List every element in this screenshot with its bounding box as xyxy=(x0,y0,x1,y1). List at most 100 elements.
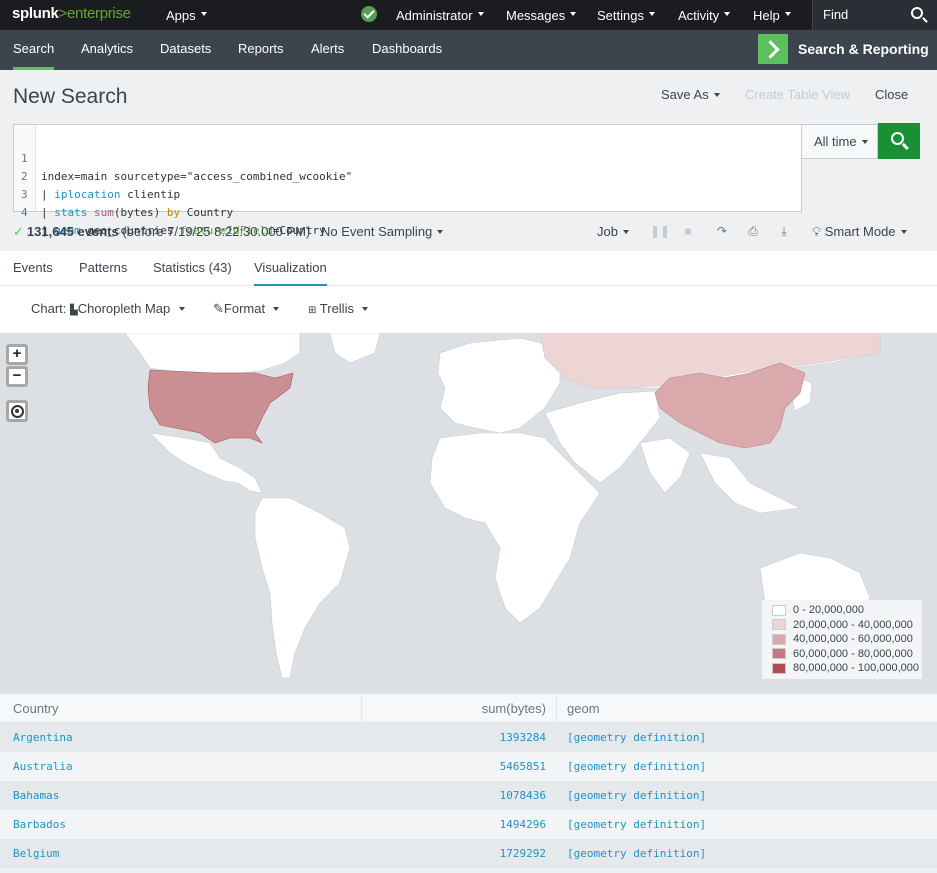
map-icon: ▙ xyxy=(70,305,78,316)
legend-label: 20,000,000 - 40,000,000 xyxy=(793,618,913,631)
grid-icon: ⊞ xyxy=(308,305,317,316)
job-menu[interactable]: Job xyxy=(597,224,629,239)
chevron-down-icon xyxy=(570,12,577,16)
event-count: 131,645 events xyxy=(26,224,119,239)
event-sampling-dropdown[interactable]: No Event Sampling xyxy=(321,224,444,239)
bulb-icon: 💡︎ xyxy=(812,224,822,239)
print-icon[interactable]: ⎙ xyxy=(746,224,760,238)
event-sampling-label: No Event Sampling xyxy=(321,224,433,239)
geom-cell[interactable]: [geometry definition] xyxy=(567,847,706,860)
splunk-logo[interactable]: splunk>enterprise xyxy=(12,5,131,22)
chevron-down-icon xyxy=(622,229,629,234)
settings-menu-label: Settings xyxy=(597,7,644,23)
country-cell[interactable]: Belgium xyxy=(13,847,59,860)
administrator-menu[interactable]: Administrator xyxy=(396,0,484,30)
settings-menu[interactable]: Settings xyxy=(597,0,655,30)
legend-swatch xyxy=(772,604,786,616)
southeast-asia-shape xyxy=(699,452,802,514)
close-button[interactable]: Close xyxy=(875,87,908,102)
legend-item: 0 - 20,000,000 xyxy=(762,603,922,618)
chevron-down-icon xyxy=(477,12,484,16)
bytes-cell[interactable]: 5465851 xyxy=(500,760,546,773)
bytes-cell[interactable]: 1729292 xyxy=(500,847,546,860)
activity-menu[interactable]: Activity xyxy=(678,0,731,30)
tab-patterns[interactable]: Patterns xyxy=(79,260,127,275)
table-row: Argentina 1393284 [geometry definition] xyxy=(0,723,937,752)
tab-dashboards[interactable]: Dashboards xyxy=(372,30,442,70)
save-as-button[interactable]: Save As xyxy=(661,87,720,102)
code-segment: (bytes) xyxy=(113,206,167,219)
create-table-view-button[interactable]: Create Table View xyxy=(745,87,850,102)
command-token: iplocation xyxy=(54,188,121,201)
search-mode-dropdown[interactable]: 💡︎ Smart Mode xyxy=(812,224,907,240)
legend-label: 60,000,000 - 80,000,000 xyxy=(793,647,913,660)
checkmark-icon: ✓ xyxy=(13,224,24,239)
table-body: Argentina 1393284 [geometry definition] … xyxy=(0,723,937,868)
messages-menu[interactable]: Messages xyxy=(506,0,577,30)
tab-alerts[interactable]: Alerts xyxy=(311,30,344,70)
chart-type-label: Choropleth Map xyxy=(77,301,171,316)
legend-swatch xyxy=(772,633,786,645)
messages-menu-label: Messages xyxy=(506,7,566,23)
chevron-down-icon xyxy=(200,12,207,16)
find-input[interactable]: Find xyxy=(812,0,937,30)
health-ok-icon[interactable] xyxy=(361,6,377,22)
format-dropdown[interactable]: ✎Format xyxy=(213,301,280,317)
search-editor[interactable]: 1 index=main sourcetype="access_combined… xyxy=(13,124,802,237)
apps-menu[interactable]: Apps xyxy=(166,0,207,30)
column-header-geom[interactable]: geom xyxy=(567,701,600,716)
chart-prefix: Chart: xyxy=(31,301,67,316)
chevron-down-icon xyxy=(724,12,731,16)
app-logo-icon[interactable] xyxy=(758,34,788,64)
app-name[interactable]: Search & Reporting xyxy=(798,41,929,57)
tab-events[interactable]: Events xyxy=(13,260,53,275)
trellis-dropdown[interactable]: ⊞ Trellis xyxy=(308,301,368,316)
brand-part1: splunk xyxy=(12,5,59,22)
chevron-down-icon xyxy=(648,12,655,16)
help-menu[interactable]: Help xyxy=(753,0,791,30)
country-cell[interactable]: Bahamas xyxy=(13,789,59,802)
tab-visualization[interactable]: Visualization xyxy=(254,260,327,287)
run-search-button[interactable] xyxy=(878,123,920,159)
bytes-cell[interactable]: 1393284 xyxy=(500,731,546,744)
geom-cell[interactable]: [geometry definition] xyxy=(567,818,706,831)
zoom-in-button[interactable]: + xyxy=(6,344,28,365)
app-bar: Search Analytics Datasets Reports Alerts… xyxy=(0,30,937,70)
country-cell[interactable]: Australia xyxy=(13,760,73,773)
locate-icon[interactable] xyxy=(6,400,28,422)
visualization-toolbar: Chart: ▙Choropleth Map ✎Format ⊞ Trellis xyxy=(0,286,937,333)
legend-label: 80,000,000 - 100,000,000 xyxy=(793,662,920,675)
results-tabs: Events Patterns Statistics (43) Visualiz… xyxy=(0,251,937,287)
tab-search[interactable]: Search xyxy=(13,30,55,70)
zoom-out-button[interactable]: − xyxy=(6,366,28,387)
bytes-cell[interactable]: 1078436 xyxy=(500,789,546,802)
export-icon[interactable]: ⤓ xyxy=(777,224,791,238)
geom-cell[interactable]: [geometry definition] xyxy=(567,760,706,773)
search-icon[interactable] xyxy=(911,7,923,19)
code-text: | iplocation clientip xyxy=(41,186,180,204)
tab-analytics[interactable]: Analytics xyxy=(81,30,133,70)
tab-reports[interactable]: Reports xyxy=(238,30,284,70)
command-token: stats xyxy=(54,206,88,219)
legend-swatch xyxy=(772,662,786,674)
stop-icon[interactable]: ■ xyxy=(681,224,695,238)
time-range-picker[interactable]: All time xyxy=(802,124,878,159)
chevron-down-icon xyxy=(273,306,280,311)
tab-datasets[interactable]: Datasets xyxy=(160,30,211,70)
event-time-range: (before 7/19/25 8:22:30.000 PM) xyxy=(122,224,311,239)
choropleth-map[interactable]: + − 0 - 20,000,000 20,000,000 - 40,000,0… xyxy=(0,333,937,693)
share-icon[interactable]: ↷ xyxy=(715,224,729,238)
chevron-down-icon xyxy=(437,229,444,234)
country-cell[interactable]: Argentina xyxy=(13,731,73,744)
geom-cell[interactable]: [geometry definition] xyxy=(567,731,706,744)
chart-type-dropdown[interactable]: Chart: ▙Choropleth Map xyxy=(31,301,186,316)
column-header-country[interactable]: Country xyxy=(13,701,59,716)
tab-statistics[interactable]: Statistics (43) xyxy=(153,260,232,275)
pause-icon[interactable]: ❚❚ xyxy=(650,224,670,238)
country-cell[interactable]: Barbados xyxy=(13,818,66,831)
trellis-label: Trellis xyxy=(319,301,354,316)
column-header-sum-bytes[interactable]: sum(bytes) xyxy=(482,701,546,716)
bytes-cell[interactable]: 1494296 xyxy=(500,818,546,831)
legend-item: 80,000,000 - 100,000,000 xyxy=(762,661,922,676)
geom-cell[interactable]: [geometry definition] xyxy=(567,789,706,802)
